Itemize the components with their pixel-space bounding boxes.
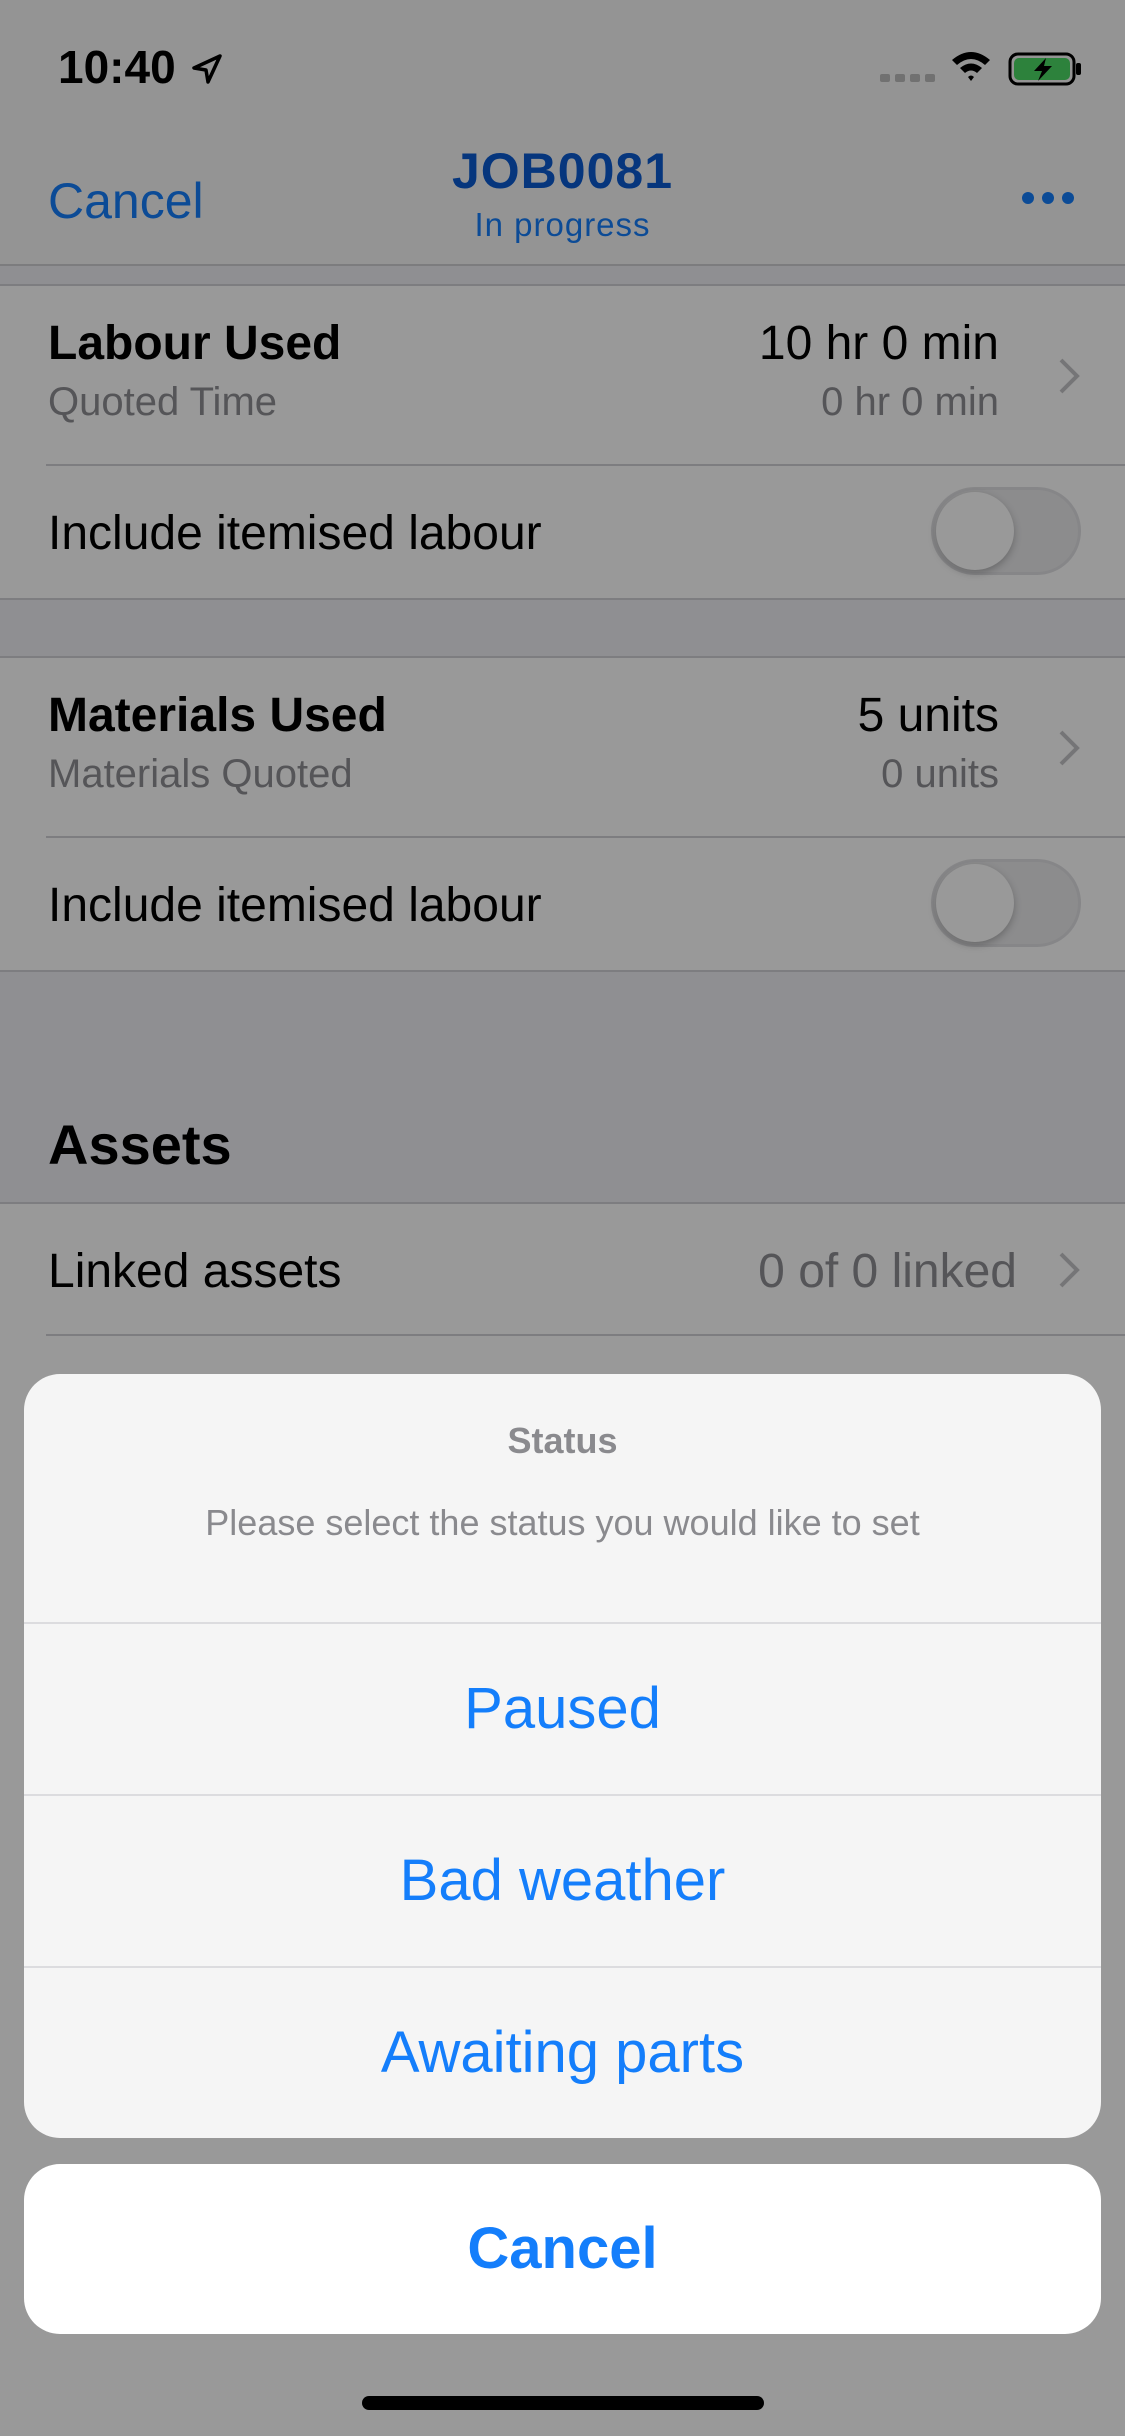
status-option-awaiting-parts[interactable]: Awaiting parts [24,1968,1101,2138]
status-option-paused[interactable]: Paused [24,1624,1101,1794]
action-sheet-cancel-button[interactable]: Cancel [24,2164,1101,2334]
action-sheet-title: Status [507,1420,618,1461]
screen: 10:40 Cancel JOB0081 In progress Labour … [0,0,1125,2436]
home-indicator[interactable] [362,2396,764,2410]
status-action-sheet: Status Please select the status you woul… [24,1374,1101,2138]
status-option-bad-weather[interactable]: Bad weather [24,1796,1101,1966]
action-sheet-message: Please select the status you would like … [205,1502,920,1543]
